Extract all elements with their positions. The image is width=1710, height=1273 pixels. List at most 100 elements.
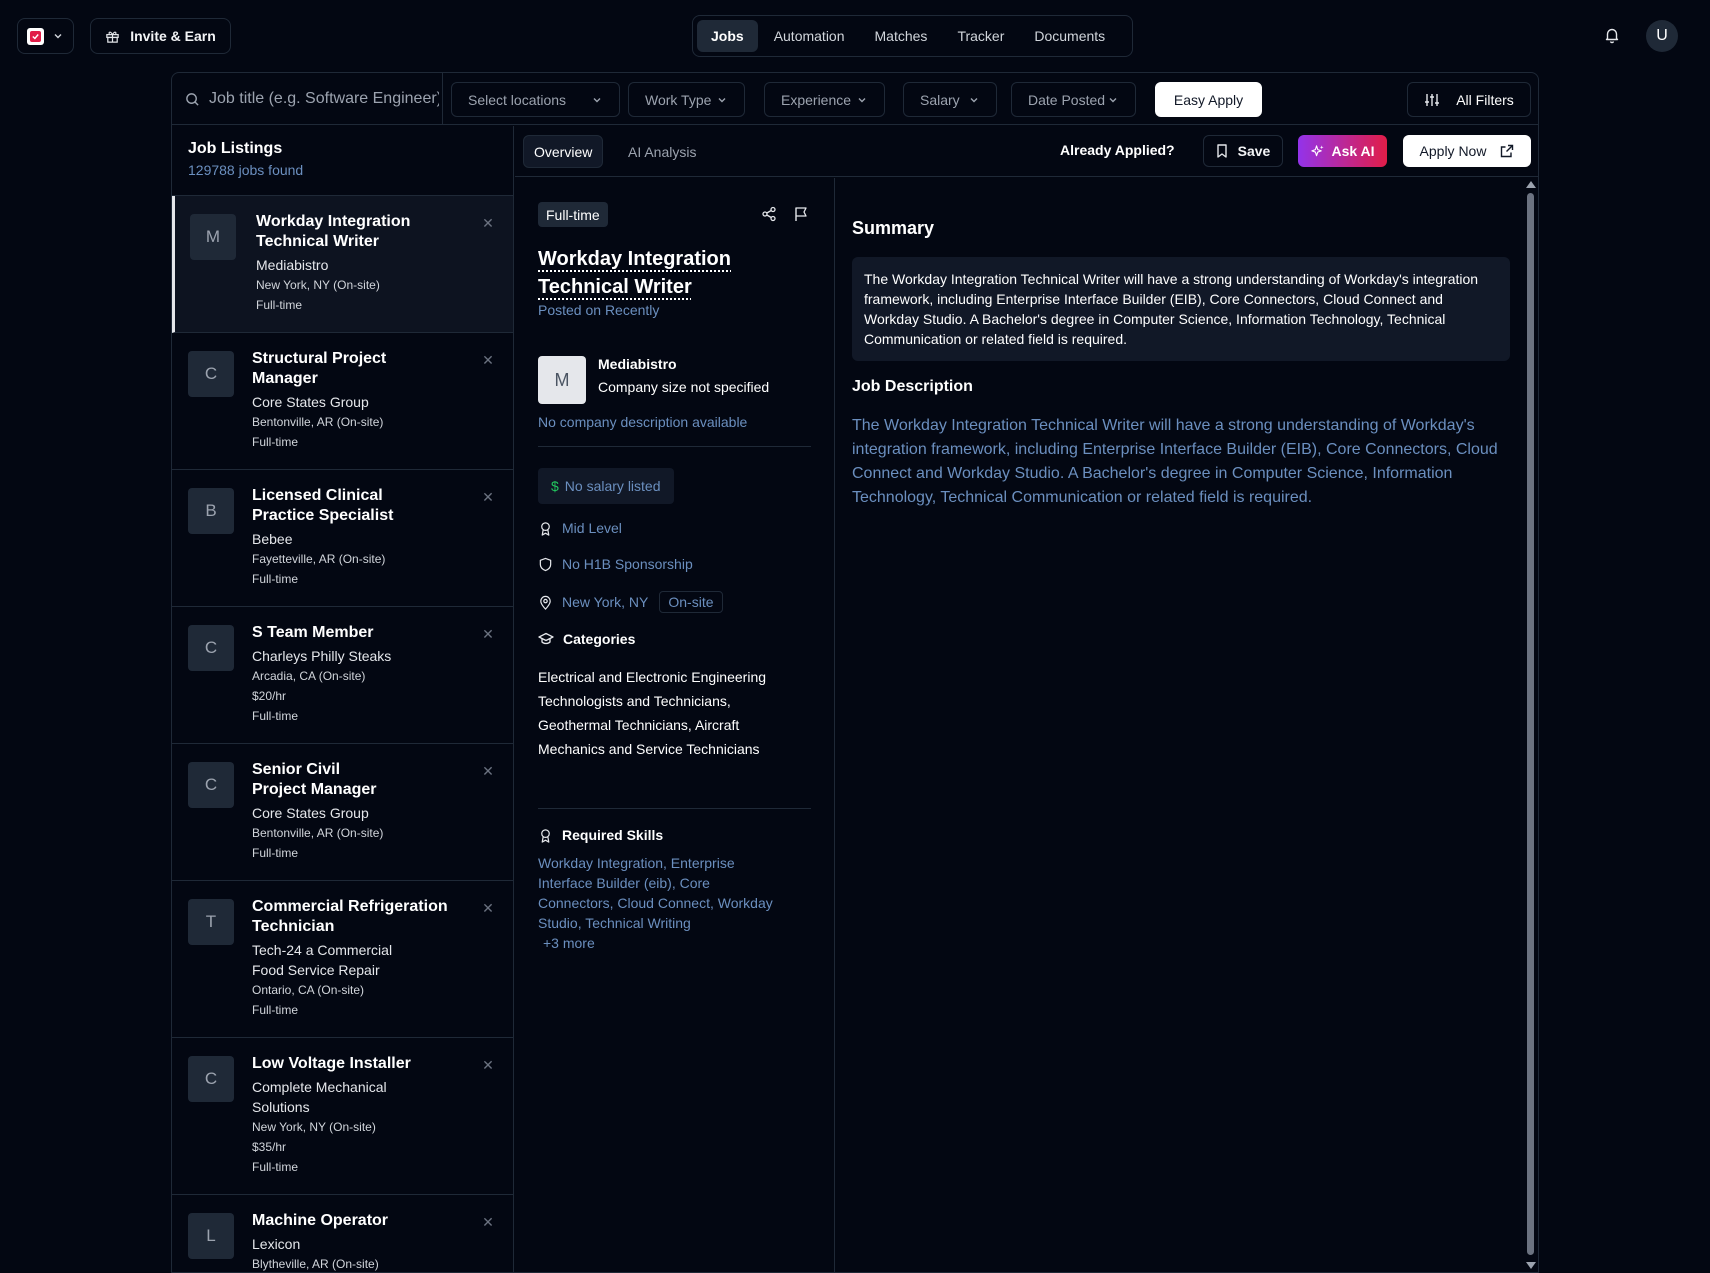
date-posted-filter[interactable]: Date Posted <box>1011 82 1136 117</box>
job-card[interactable]: C ✕ Low Voltage Installer Complete Mecha… <box>172 1038 513 1195</box>
invite-earn-button[interactable]: Invite & Earn <box>90 18 231 54</box>
scroll-down-arrow[interactable] <box>1526 1262 1536 1269</box>
job-title: Workday Integration Technical Writer <box>538 245 778 301</box>
chevron-down-icon <box>1109 97 1117 102</box>
experience-filter-label: Experience <box>781 91 852 108</box>
experience-filter[interactable]: Experience <box>764 82 885 117</box>
company-logo: T <box>188 899 234 945</box>
search-icon <box>186 92 199 106</box>
company-logo: C <box>188 762 234 808</box>
dismiss-job-icon[interactable]: ✕ <box>477 349 499 371</box>
company-logo: C <box>188 625 234 671</box>
job-card[interactable]: C ✕ Structural Project Manager Core Stat… <box>172 333 513 470</box>
job-card[interactable]: T ✕ Commercial Refrigeration Technician … <box>172 881 513 1038</box>
scrollbar-thumb[interactable] <box>1527 193 1534 1255</box>
search-box <box>172 73 443 125</box>
nav-tab-jobs[interactable]: Jobs <box>697 20 758 52</box>
location-row: New York, NY On-site <box>538 591 723 613</box>
job-card[interactable]: M ✕ Workday Integration Technical Writer… <box>172 196 513 333</box>
job-card[interactable]: C ✕ Senior Civil Project Manager Core St… <box>172 744 513 881</box>
tab-ai-analysis[interactable]: AI Analysis <box>618 135 706 168</box>
experience-level-row: Mid Level <box>538 520 622 536</box>
user-avatar[interactable]: U <box>1646 20 1678 52</box>
job-card-type: Full-time <box>252 1003 299 1017</box>
company-name[interactable]: Mediabistro <box>598 356 677 372</box>
job-card-company: Lexicon <box>252 1236 301 1252</box>
required-skills-heading-text: Required Skills <box>562 827 664 843</box>
ask-ai-button[interactable]: Ask AI <box>1298 135 1387 167</box>
job-card-title: Licensed Clinical Practice Specialist <box>252 487 394 524</box>
apply-now-button[interactable]: Apply Now <box>1403 135 1531 167</box>
job-card[interactable]: B ✕ Licensed Clinical Practice Specialis… <box>172 470 513 607</box>
apply-now-label: Apply Now <box>1419 143 1487 159</box>
easy-apply-toggle[interactable]: Easy Apply <box>1155 82 1262 117</box>
job-card[interactable]: C ✕ S Team Member Charleys Philly Steaks… <box>172 607 513 744</box>
dismiss-job-icon[interactable]: ✕ <box>477 760 499 782</box>
main-nav: Jobs Automation Matches Tracker Document… <box>692 15 1133 57</box>
work-type-filter[interactable]: Work Type <box>628 82 745 117</box>
nav-tab-automation[interactable]: Automation <box>760 20 859 52</box>
job-card-location: Blytheville, AR (On-site) <box>252 1257 379 1271</box>
job-card-title: Structural Project Manager <box>252 350 387 387</box>
award-icon <box>541 828 550 843</box>
job-title-text: Workday Integration Technical Writer <box>538 248 731 298</box>
dismiss-job-icon[interactable]: ✕ <box>477 486 499 508</box>
summary-heading: Summary <box>852 218 935 238</box>
job-description-text: The Workday Integration Technical Writer… <box>852 417 1498 506</box>
job-card-title: S Team Member <box>252 624 374 641</box>
nav-tab-matches[interactable]: Matches <box>861 20 942 52</box>
dismiss-job-icon[interactable]: ✕ <box>477 623 499 645</box>
job-card-title: Commercial Refrigeration Technician <box>252 898 448 935</box>
job-card[interactable]: L ✕ Machine Operator Lexicon Blytheville… <box>172 1195 513 1272</box>
all-filters-button[interactable]: All Filters <box>1407 82 1531 117</box>
save-button[interactable]: Save <box>1203 135 1283 167</box>
job-detail-panel: Overview AI Analysis Already Applied? Sa… <box>515 126 1538 1272</box>
chevron-down-icon <box>593 97 601 102</box>
detail-scrollbar[interactable] <box>1524 177 1536 1273</box>
job-card-pay: $35/hr <box>252 1140 287 1154</box>
bell-icon[interactable] <box>1603 26 1621 44</box>
job-card-location: Ontario, CA (On-site) <box>252 983 365 997</box>
external-link-icon <box>1501 144 1514 158</box>
salary-badge: $ No salary listed <box>538 468 674 504</box>
dismiss-job-icon[interactable]: ✕ <box>477 212 499 234</box>
job-card-location: New York, NY (On-site) <box>256 278 380 292</box>
sponsorship-row: No H1B Sponsorship <box>538 556 693 572</box>
flag-icon[interactable] <box>793 206 809 222</box>
invite-earn-label: Invite & Earn <box>130 28 216 44</box>
app-logo-icon <box>27 27 44 45</box>
share-icon[interactable] <box>761 206 777 222</box>
bookmark-icon <box>1216 144 1227 158</box>
company-logo: M <box>538 356 586 404</box>
app-menu-button[interactable] <box>17 18 74 54</box>
job-card-company: Core States Group <box>252 394 369 410</box>
experience-level-text: Mid Level <box>562 520 622 536</box>
map-pin-icon <box>540 595 551 610</box>
dismiss-job-icon[interactable]: ✕ <box>477 1211 499 1233</box>
job-card-location: Bentonville, AR (On-site) <box>252 826 384 840</box>
chevron-down-icon <box>970 97 978 102</box>
save-label: Save <box>1237 143 1271 159</box>
company-logo: L <box>188 1213 234 1259</box>
job-overview-column: Full-time Workday Integration Technical … <box>515 178 835 1272</box>
job-card-title: Low Voltage Installer <box>252 1055 411 1072</box>
company-logo: B <box>188 488 234 534</box>
nav-tab-documents[interactable]: Documents <box>1020 20 1119 52</box>
job-title-search-input[interactable] <box>209 90 439 108</box>
dismiss-job-icon[interactable]: ✕ <box>477 897 499 919</box>
job-card-type: Full-time <box>252 1160 299 1174</box>
scroll-up-arrow[interactable] <box>1526 181 1536 188</box>
job-type-badge: Full-time <box>538 202 608 227</box>
more-skills-link[interactable]: +3 more <box>543 935 595 951</box>
salary-filter-label: Salary <box>920 91 960 108</box>
salary-text: No salary listed <box>564 478 661 494</box>
shield-icon <box>539 557 552 571</box>
salary-filter[interactable]: Salary <box>903 82 997 117</box>
tab-overview[interactable]: Overview <box>523 135 604 168</box>
top-bar: Invite & Earn Jobs Automation Matches Tr… <box>0 0 1710 72</box>
dismiss-job-icon[interactable]: ✕ <box>477 1054 499 1076</box>
nav-tab-tracker[interactable]: Tracker <box>943 20 1018 52</box>
categories-heading: Categories <box>538 631 635 647</box>
locations-filter[interactable]: Select locations <box>451 82 620 117</box>
already-applied-link[interactable]: Already Applied? <box>1060 142 1175 158</box>
